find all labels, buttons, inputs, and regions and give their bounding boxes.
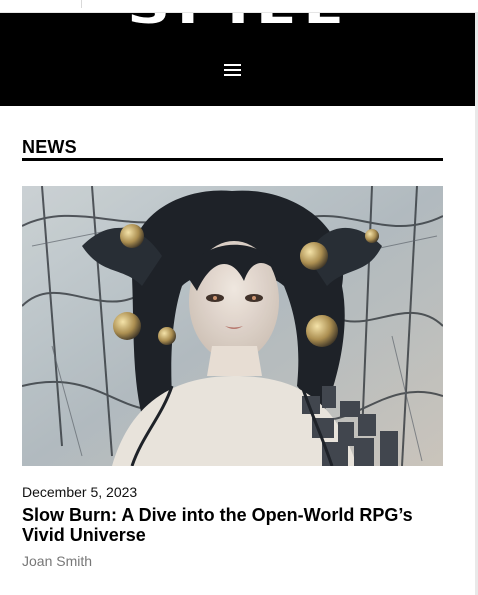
article-author[interactable]: Joan Smith bbox=[22, 552, 92, 570]
menu-bar bbox=[224, 69, 241, 71]
menu-bar bbox=[224, 64, 241, 66]
top-strip bbox=[0, 0, 478, 13]
article-date: December 5, 2023 bbox=[22, 484, 138, 500]
site-header: SPIEL bbox=[0, 13, 475, 106]
divider bbox=[81, 0, 82, 8]
article-illustration bbox=[22, 186, 443, 466]
site-logo[interactable]: SPIEL bbox=[0, 13, 475, 31]
section-title: NEWS bbox=[22, 137, 77, 157]
hamburger-menu-icon[interactable] bbox=[223, 63, 243, 77]
article-title-link[interactable]: Slow Burn: A Dive into the Open-World RP… bbox=[22, 505, 422, 545]
section-underline bbox=[22, 158, 443, 161]
menu-bar bbox=[224, 74, 241, 76]
article-image[interactable] bbox=[22, 186, 443, 466]
page: SPIEL NEWS bbox=[0, 0, 478, 595]
